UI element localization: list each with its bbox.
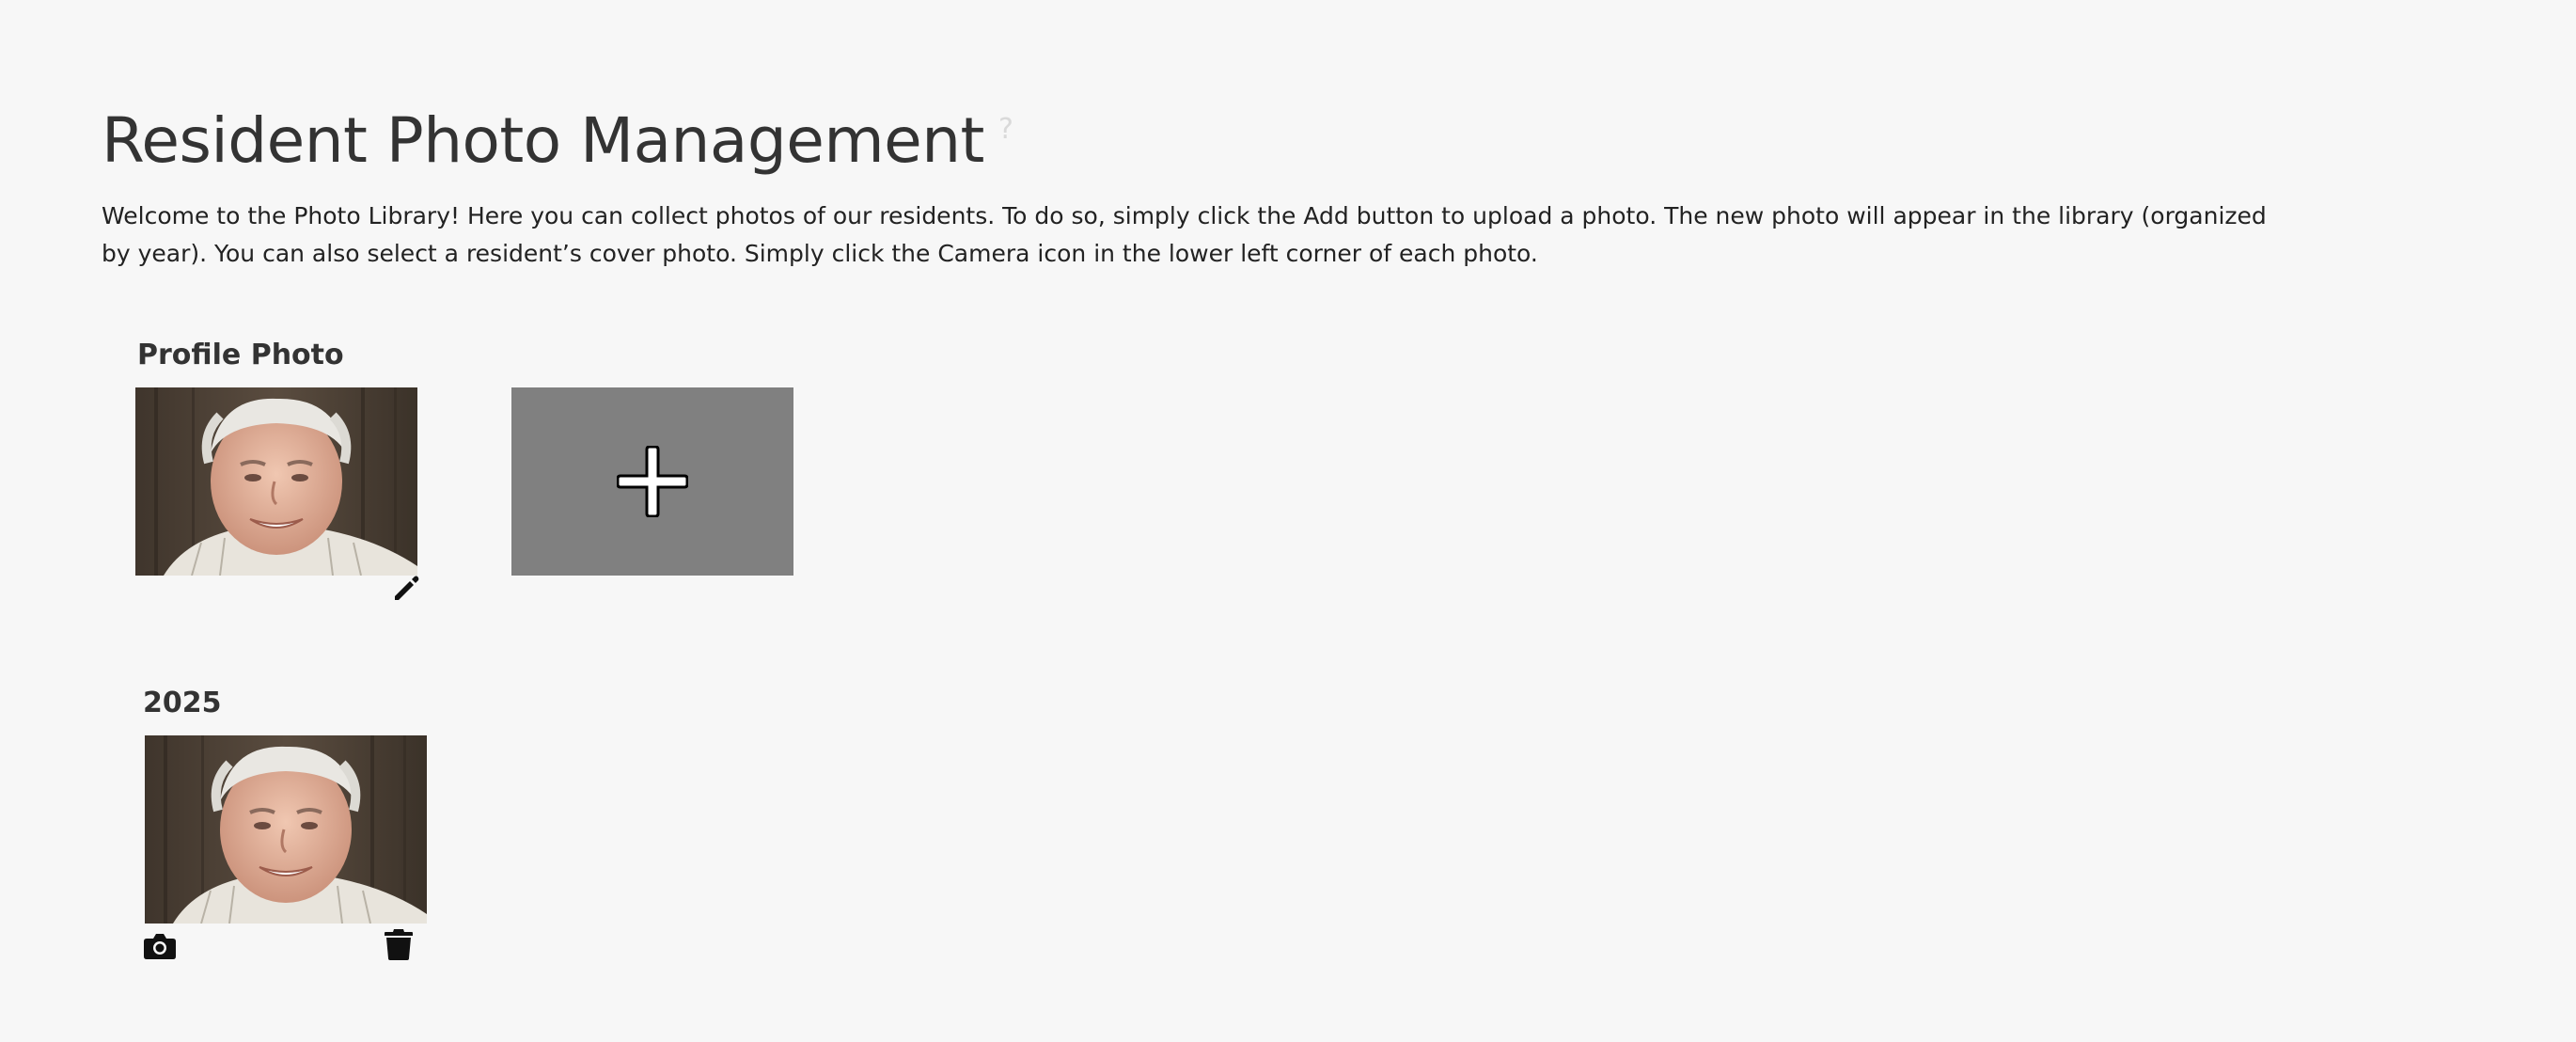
resident-portrait-image (145, 735, 427, 924)
pencil-icon[interactable] (391, 574, 421, 608)
resident-portrait-image (135, 387, 417, 576)
library-photo[interactable] (145, 735, 427, 924)
year-heading: 2025 (143, 687, 222, 719)
photo-management-page: Resident Photo Management ? Welcome to t… (0, 0, 2576, 1042)
camera-icon[interactable] (143, 931, 177, 965)
add-photo-button[interactable] (511, 387, 793, 576)
trash-icon[interactable] (384, 927, 414, 965)
profile-photo-label: Profile Photo (137, 339, 344, 371)
intro-text: Welcome to the Photo Library! Here you c… (102, 202, 2267, 267)
help-icon[interactable]: ? (998, 111, 1013, 149)
page-title: Resident Photo Management (102, 104, 984, 177)
profile-photo[interactable] (135, 387, 417, 576)
plus-icon (617, 446, 688, 517)
